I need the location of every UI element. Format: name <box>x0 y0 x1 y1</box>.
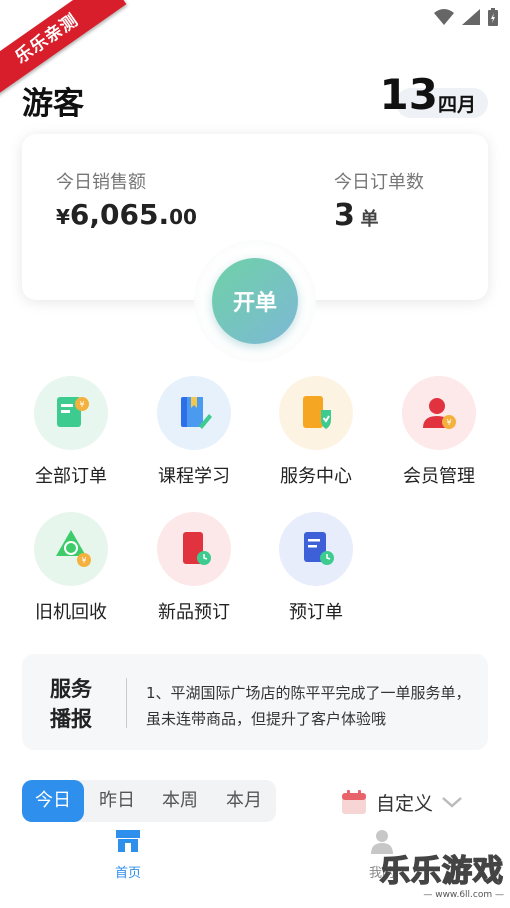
nav-home[interactable]: 首页 <box>88 828 168 881</box>
calendar-icon <box>342 790 366 814</box>
member-icon: ¥ <box>402 376 476 450</box>
service-broadcast-card[interactable]: 服务播报 1、平湖国际广场店的陈平平完成了一单服务单，虽未连带商品，但提升了客户… <box>22 654 488 750</box>
grid-label: 预订单 <box>289 602 343 623</box>
watermark: 乐乐游戏 — www.6ll.com — <box>379 846 504 900</box>
sales-amount-value: ¥6,065.00 <box>56 198 197 231</box>
nav-label: 首页 <box>114 866 141 881</box>
orders-unit: 单 <box>360 209 379 230</box>
grid-label: 新品预订 <box>158 602 230 623</box>
broadcast-title: 服务播报 <box>50 677 92 731</box>
tab-this-month[interactable]: 本月 <box>213 780 275 822</box>
custom-label: 自定义 <box>376 792 434 815</box>
tab-today[interactable]: 今日 <box>22 780 84 822</box>
open-order-button[interactable]: 开单 <box>212 258 298 344</box>
amount-decimal: 00 <box>169 205 197 229</box>
amount-integer: 6,065. <box>69 198 170 231</box>
service-shield-icon <box>279 376 353 450</box>
orders-number: 3 <box>334 198 355 233</box>
grid-item-new-preorder[interactable]: 新品预订 <box>139 512 249 632</box>
phone-clock-icon <box>157 512 231 586</box>
grid-item-all-orders[interactable]: ¥ 全部订单 <box>16 376 126 496</box>
watermark-main: 乐乐游戏 <box>379 853 504 890</box>
wifi-icon <box>434 9 454 25</box>
header: 游客 13 四月 <box>22 70 488 122</box>
svg-text:¥: ¥ <box>81 556 86 565</box>
grid-label: 课程学习 <box>158 466 230 487</box>
orders-count-label: 今日订单数 <box>334 172 424 193</box>
period-tabs: 今日 昨日 本周 本月 <box>22 780 276 822</box>
broadcast-text: 1、平湖国际广场店的陈平平完成了一单服务单，虽未连带商品，但提升了客户体验哦 <box>146 684 471 728</box>
recycle-icon: ¥ <box>34 512 108 586</box>
custom-date-button[interactable]: 自定义 <box>340 786 463 818</box>
grid-item-preorders[interactable]: 预订单 <box>261 512 371 632</box>
grid-label: 服务中心 <box>280 466 352 487</box>
date-month: 四月 <box>437 94 476 116</box>
grid-label: 旧机回收 <box>35 602 107 623</box>
date-day: 13 <box>379 70 438 119</box>
broadcast-divider <box>126 678 127 728</box>
store-icon <box>116 830 140 852</box>
book-icon <box>157 376 231 450</box>
tab-this-week[interactable]: 本周 <box>149 780 211 822</box>
grid-label: 全部订单 <box>35 466 107 487</box>
grid-item-service-center[interactable]: 服务中心 <box>261 376 371 496</box>
date-display: 13 四月 <box>378 70 488 119</box>
svg-text:¥: ¥ <box>79 400 84 409</box>
orders-count-value: 3 单 <box>334 198 378 233</box>
grid-label: 会员管理 <box>403 466 475 487</box>
order-doc-icon: ¥ <box>34 376 108 450</box>
doc-clock-icon <box>279 512 353 586</box>
currency-symbol: ¥ <box>56 205 70 229</box>
grid-item-member-management[interactable]: ¥ 会员管理 <box>384 376 494 496</box>
user-name: 游客 <box>22 86 84 122</box>
tab-yesterday[interactable]: 昨日 <box>86 780 148 822</box>
signal-icon <box>462 9 480 25</box>
grid-item-course-study[interactable]: 课程学习 <box>139 376 249 496</box>
status-icons <box>434 8 498 26</box>
watermark-sub: — www.6ll.com — <box>423 890 504 900</box>
chevron-down-icon <box>442 797 462 808</box>
grid-item-trade-in[interactable]: ¥ 旧机回收 <box>16 512 126 632</box>
sales-amount-label: 今日销售额 <box>56 172 146 193</box>
svg-text:¥: ¥ <box>446 418 451 427</box>
battery-icon <box>488 8 498 26</box>
